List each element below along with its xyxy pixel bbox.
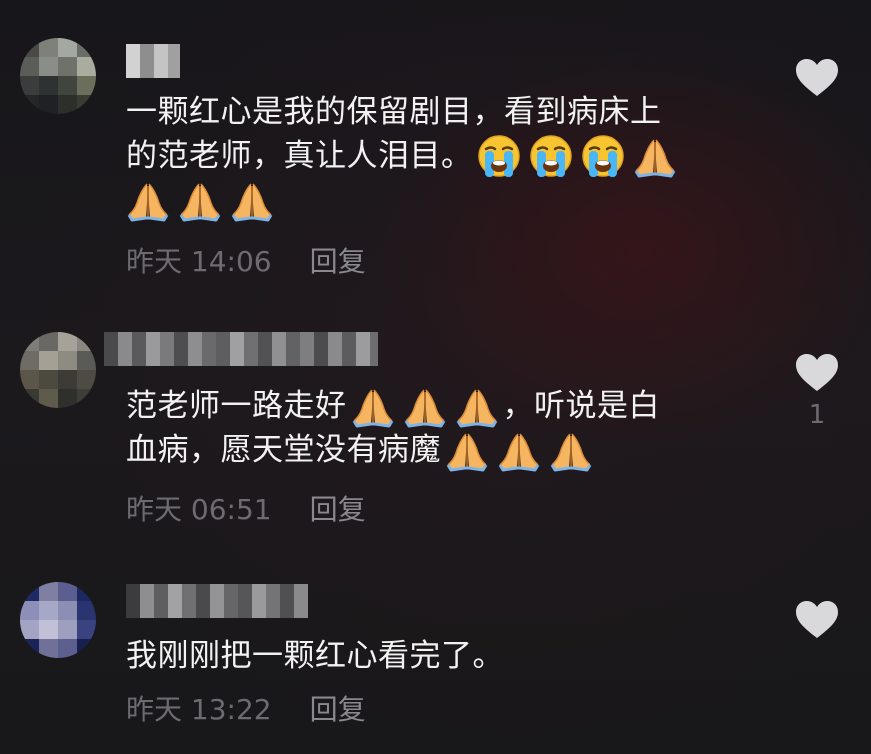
crying-face-emoji-icon xyxy=(529,134,573,178)
folded-hands-emoji-icon xyxy=(549,428,593,472)
comment-meta: 昨天 06:51 回复 xyxy=(126,488,366,528)
folded-hands-emoji-icon xyxy=(497,428,541,472)
comment-line-with-emoji: 血病，愿天堂没有病魔 xyxy=(126,428,660,472)
comment-emoji-line xyxy=(126,178,681,222)
username-blurred[interactable] xyxy=(126,44,180,78)
comment-line: 我刚刚把一颗红心看完了。 xyxy=(126,638,504,674)
comment-time: 昨天 13:22 xyxy=(126,693,272,726)
comment-line-with-emoji: 范老师一路走好 ，听说是白 xyxy=(126,384,660,428)
comment-time: 昨天 06:51 xyxy=(126,493,272,526)
folded-hands-emoji-icon xyxy=(178,178,222,222)
comment-time: 昨天 14:06 xyxy=(126,245,272,278)
avatar[interactable] xyxy=(20,38,96,114)
like-count: 1 xyxy=(808,400,826,430)
avatar[interactable] xyxy=(20,582,96,658)
reply-button[interactable]: 回复 xyxy=(310,245,366,278)
reply-button[interactable]: 回复 xyxy=(310,693,366,726)
folded-hands-emoji-icon xyxy=(633,134,677,178)
folded-hands-emoji-icon xyxy=(403,384,447,428)
comment-text: 一颗红心是我的保留剧目，看到病床上 的范老师，真让人泪目。 xyxy=(126,90,681,222)
comment-text: 范老师一路走好 ，听说是白 血病，愿天堂没有病魔 xyxy=(126,384,660,472)
crying-face-emoji-icon xyxy=(477,134,521,178)
folded-hands-emoji-icon xyxy=(351,384,395,428)
comment-line-with-emoji: 的范老师，真让人泪目。 xyxy=(126,134,681,178)
comment-text: 我刚刚把一颗红心看完了。 xyxy=(126,634,504,678)
folded-hands-emoji-icon xyxy=(455,384,499,428)
comment-line-text: ，听说是白 xyxy=(502,388,660,424)
comment-line-text: 的范老师，真让人泪目。 xyxy=(126,138,473,174)
folded-hands-emoji-icon xyxy=(126,178,170,222)
like-heart-icon[interactable] xyxy=(795,353,839,393)
folded-hands-emoji-icon xyxy=(445,428,489,472)
folded-hands-emoji-icon xyxy=(230,178,274,222)
comment-meta: 昨天 13:22 回复 xyxy=(126,688,366,728)
username-blurred[interactable] xyxy=(104,332,378,366)
comment-line: 一颗红心是我的保留剧目，看到病床上 xyxy=(126,94,662,130)
avatar[interactable] xyxy=(20,332,96,408)
comment-item: 一颗红心是我的保留剧目，看到病床上 的范老师，真让人泪目。 昨天 14:06 回复 xyxy=(0,0,871,290)
crying-face-emoji-icon xyxy=(581,134,625,178)
comment-line-text: 范老师一路走好 xyxy=(126,388,347,424)
comment-line-text: 血病，愿天堂没有病魔 xyxy=(126,432,441,468)
username-blurred[interactable] xyxy=(126,584,308,618)
comment-meta: 昨天 14:06 回复 xyxy=(126,240,366,280)
like-heart-icon[interactable] xyxy=(795,600,839,640)
like-heart-icon[interactable] xyxy=(795,58,839,98)
reply-button[interactable]: 回复 xyxy=(310,493,366,526)
